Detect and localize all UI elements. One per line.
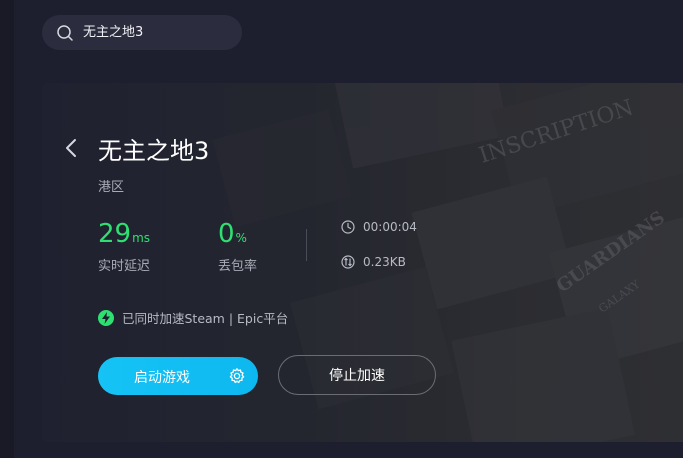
game-title: 无主之地3 [98, 137, 210, 165]
search-input[interactable]: 无主之地3 [83, 24, 143, 41]
stats-divider [306, 229, 307, 261]
search-bar[interactable]: 无主之地3 [42, 15, 242, 50]
duration-value: 00:00:04 [363, 220, 417, 234]
stop-acceleration-button[interactable]: 停止加速 [278, 355, 436, 395]
back-button[interactable] [62, 137, 80, 159]
traffic-row: 0.23KB [341, 255, 406, 269]
clock-icon [341, 220, 355, 234]
stop-acceleration-label: 停止加速 [329, 368, 385, 384]
packet-loss-label: 丢包率 [218, 259, 258, 274]
server-region: 港区 [98, 180, 125, 195]
latency-number: 29 [98, 219, 132, 249]
latency-label: 实时延迟 [98, 259, 151, 274]
traffic-value: 0.23KB [363, 255, 406, 269]
start-game-button[interactable]: 启动游戏 [98, 357, 258, 395]
lightning-icon [98, 309, 114, 326]
sidebar-edge [0, 0, 14, 458]
settings-gear-icon[interactable] [228, 367, 246, 385]
notice-text: 已同时加速Steam | Epic平台 [122, 311, 289, 326]
traffic-icon [341, 255, 355, 269]
latency-value: 29ms [98, 219, 150, 253]
duration-row: 00:00:04 [341, 220, 417, 234]
packet-loss-unit: % [235, 231, 247, 245]
platform-notice: 已同时加速Steam | Epic平台 [98, 308, 288, 327]
packet-loss-value: 0% [218, 219, 247, 253]
latency-unit: ms [132, 231, 151, 245]
search-icon [57, 25, 73, 41]
packet-loss-number: 0 [218, 219, 235, 249]
start-game-label: 启动游戏 [134, 370, 190, 386]
